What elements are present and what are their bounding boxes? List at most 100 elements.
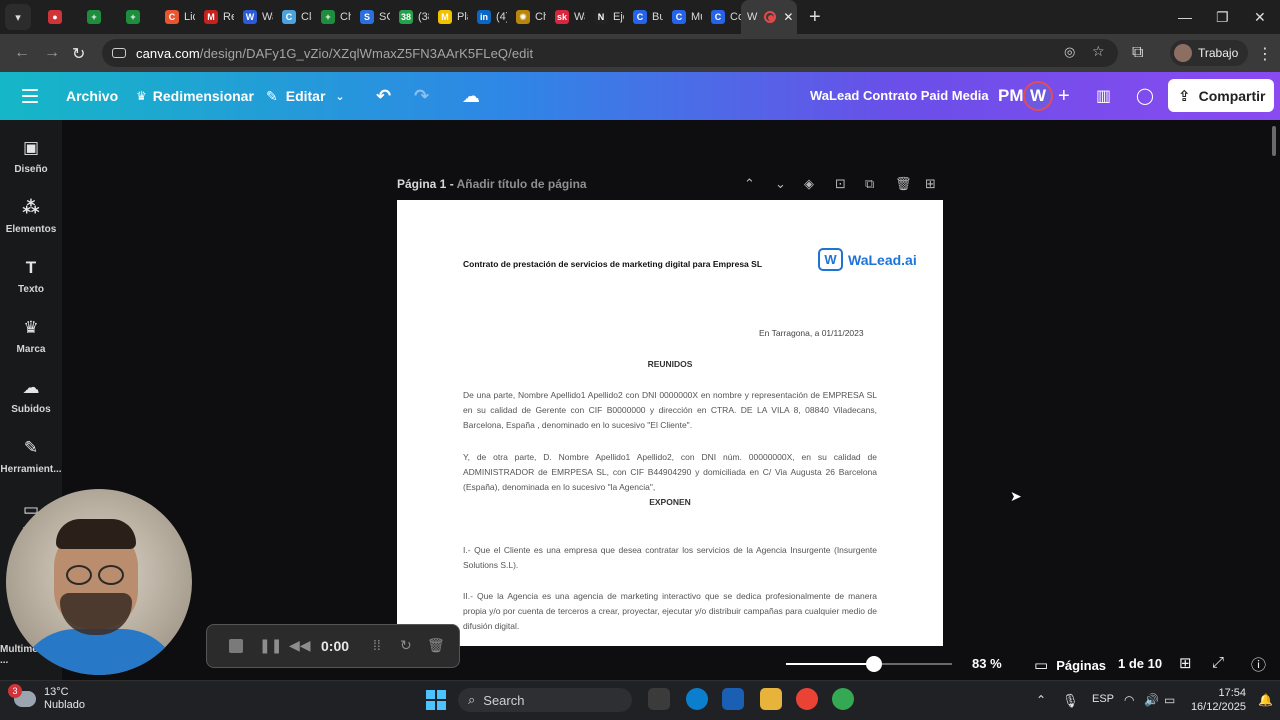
document-title[interactable]: WaLead Contrato Paid Media xyxy=(810,88,989,103)
close-window-icon[interactable]: ✕ xyxy=(1254,0,1266,34)
wifi-icon[interactable]: ◠ xyxy=(1124,693,1134,707)
share-button[interactable]: ⇪ Compartir xyxy=(1168,79,1274,112)
taskview-app-icon[interactable] xyxy=(648,688,670,710)
zoom-slider-handle[interactable] xyxy=(866,656,882,672)
minimize-window-icon[interactable]: — xyxy=(1178,0,1192,34)
rewind-icon[interactable]: ◀◀ xyxy=(289,637,311,654)
restart-icon[interactable]: ↻ xyxy=(400,637,412,654)
browser-tab[interactable]: C Licen xyxy=(156,0,195,34)
browser-tab[interactable]: M Plan xyxy=(429,0,468,34)
page-label[interactable]: Página 1 - Añadir título de página xyxy=(397,177,587,191)
back-icon[interactable]: ← xyxy=(14,44,30,62)
redo-icon[interactable]: ↷ xyxy=(414,72,429,120)
sidebar-item[interactable]: ☁ Subidos xyxy=(0,378,62,415)
fullscreen-icon[interactable]: ⤢ xyxy=(1212,654,1224,671)
tray-expand-icon[interactable]: ⌃ xyxy=(1036,693,1046,707)
hide-page-icon[interactable]: ◈ xyxy=(804,176,814,192)
duplicate-page-icon[interactable]: ⧉ xyxy=(865,176,874,192)
new-tab-button[interactable]: + xyxy=(809,6,821,29)
restore-window-icon[interactable]: ❐ xyxy=(1216,0,1229,34)
bookmark-star-icon[interactable]: ☆ xyxy=(1092,43,1105,60)
battery-icon[interactable]: ▭ xyxy=(1164,693,1175,707)
sidebar-item[interactable]: T Texto xyxy=(0,258,62,295)
sidebar-item[interactable]: ♛ Marca xyxy=(0,318,62,355)
collaborator-avatar-pm[interactable]: PM xyxy=(998,86,1024,106)
page-up-icon[interactable]: ⌃ xyxy=(744,176,755,192)
help-icon[interactable]: ⓘ xyxy=(1251,654,1266,675)
browser-tab[interactable]: C Clay xyxy=(273,0,312,34)
place-date[interactable]: En Tarragona, a 01/11/2023 xyxy=(759,328,864,338)
delete-recording-icon[interactable]: 🗑 xyxy=(427,637,445,654)
file-explorer-app-icon[interactable] xyxy=(760,688,782,710)
active-tab[interactable]: W ✕ xyxy=(741,0,797,34)
volume-icon[interactable]: 🔊 xyxy=(1144,693,1159,707)
language-indicator[interactable]: ESP xyxy=(1092,693,1114,705)
chrome-app-icon[interactable] xyxy=(796,688,818,710)
insights-chart-icon[interactable]: ▥ xyxy=(1096,72,1111,120)
zoom-value[interactable]: 83 % xyxy=(972,656,1002,671)
pages-button[interactable]: ▭ Páginas xyxy=(1034,656,1106,674)
browser-tab[interactable]: W WaL xyxy=(234,0,273,34)
lock-page-icon[interactable]: ⊡ xyxy=(835,176,846,192)
eye-slash-icon[interactable]: ◎ xyxy=(1064,44,1075,60)
hamburger-menu-icon[interactable] xyxy=(22,89,38,107)
profile-button[interactable]: Trabajo xyxy=(1170,40,1249,66)
page-count[interactable]: 1 de 10 xyxy=(1118,656,1162,671)
system-clock[interactable]: 17:54 16/12/2025 xyxy=(1190,686,1246,714)
page-title-placeholder[interactable]: Añadir título de página xyxy=(457,177,587,191)
archivo-menu[interactable]: Archivo xyxy=(66,72,118,120)
sidebar-item[interactable]: ✎ Herramient... xyxy=(0,438,62,475)
browser-tab[interactable]: 38 (38) xyxy=(390,0,429,34)
taskbar-search[interactable]: ⌕ Search xyxy=(458,688,632,712)
notifications-icon[interactable]: 🔔 xyxy=(1258,693,1273,707)
comments-icon[interactable]: ◯ xyxy=(1136,72,1154,120)
browser-menu-icon[interactable]: ⋮ xyxy=(1257,44,1273,64)
windows-start-icon[interactable] xyxy=(426,690,446,710)
pause-icon[interactable]: ❚❚ xyxy=(259,637,282,654)
sidebar-item[interactable]: ⁂ Elementos xyxy=(0,198,62,235)
edge-app-icon[interactable] xyxy=(686,688,708,710)
add-page-icon[interactable]: ⊞ xyxy=(925,176,936,192)
weather-widget[interactable]: 3 13°C Nublado xyxy=(8,684,85,712)
browser-tab[interactable]: ✺ Chur xyxy=(507,0,546,34)
microphone-icon[interactable]: 🎙 xyxy=(1062,693,1079,709)
extensions-icon[interactable]: ⧉ xyxy=(1132,44,1143,62)
editar-menu[interactable]: ✎ Editar ⌄ xyxy=(266,72,345,120)
cloud-saved-icon[interactable]: ☁ xyxy=(462,72,480,120)
sidebar-item[interactable]: ▣ Diseño xyxy=(0,138,62,175)
tab-search-menu-icon[interactable]: ▾ xyxy=(5,4,31,30)
page-down-icon[interactable]: ⌄ xyxy=(775,176,786,192)
browser-tab[interactable]: C Mult xyxy=(663,0,702,34)
undo-icon[interactable]: ↶ xyxy=(376,72,391,120)
webcam-overlay[interactable] xyxy=(6,489,192,675)
paragraph-agency[interactable]: Y, de otra parte, D. Nombre Apellido1 Ap… xyxy=(463,450,877,495)
reunidos-heading[interactable]: REUNIDOS xyxy=(397,359,943,369)
paragraph-clause-2[interactable]: II.- Que la Agencia es una agencia de ma… xyxy=(463,589,877,634)
stop-recording-icon[interactable] xyxy=(229,639,243,653)
chrome-profile-app-icon[interactable] xyxy=(832,688,854,710)
browser-tab[interactable]: sk WaL xyxy=(546,0,585,34)
browser-tab[interactable]: C Busc xyxy=(624,0,663,34)
browser-tab[interactable]: + xyxy=(78,0,117,34)
outlook-app-icon[interactable] xyxy=(722,688,744,710)
browser-tab[interactable]: + Chur xyxy=(312,0,351,34)
walead-logo[interactable]: W WaLead.ai xyxy=(818,248,917,271)
browser-tab[interactable]: C Cont xyxy=(702,0,741,34)
paragraph-clause-1[interactable]: I.- Que el Cliente es una empresa que de… xyxy=(463,543,877,573)
forward-icon[interactable]: → xyxy=(44,44,60,62)
vertical-scrollbar[interactable] xyxy=(1272,126,1276,156)
site-info-icon[interactable] xyxy=(112,48,126,58)
reload-icon[interactable]: ↻ xyxy=(72,44,85,64)
close-tab-icon[interactable]: ✕ xyxy=(783,10,793,24)
dotgrid-icon[interactable]: ⁞⁞ xyxy=(373,637,381,653)
exponen-heading[interactable]: EXPONEN xyxy=(397,497,943,507)
contract-heading[interactable]: Contrato de prestación de servicios de m… xyxy=(463,259,762,269)
collaborator-avatar-w[interactable]: W xyxy=(1023,81,1053,111)
browser-tab[interactable]: ● xyxy=(39,0,78,34)
add-collaborator-icon[interactable]: + xyxy=(1058,72,1070,120)
address-bar[interactable]: canva.com/design/DAFy1G_vZio/XZqlWmaxZ5F… xyxy=(102,39,1118,67)
document-page[interactable]: Contrato de prestación de servicios de m… xyxy=(397,200,943,647)
delete-page-icon[interactable]: 🗑 xyxy=(895,176,912,192)
redimensionar-button[interactable]: ♛ Redimensionar xyxy=(136,72,254,120)
grid-view-icon[interactable]: ⊞ xyxy=(1179,654,1192,672)
